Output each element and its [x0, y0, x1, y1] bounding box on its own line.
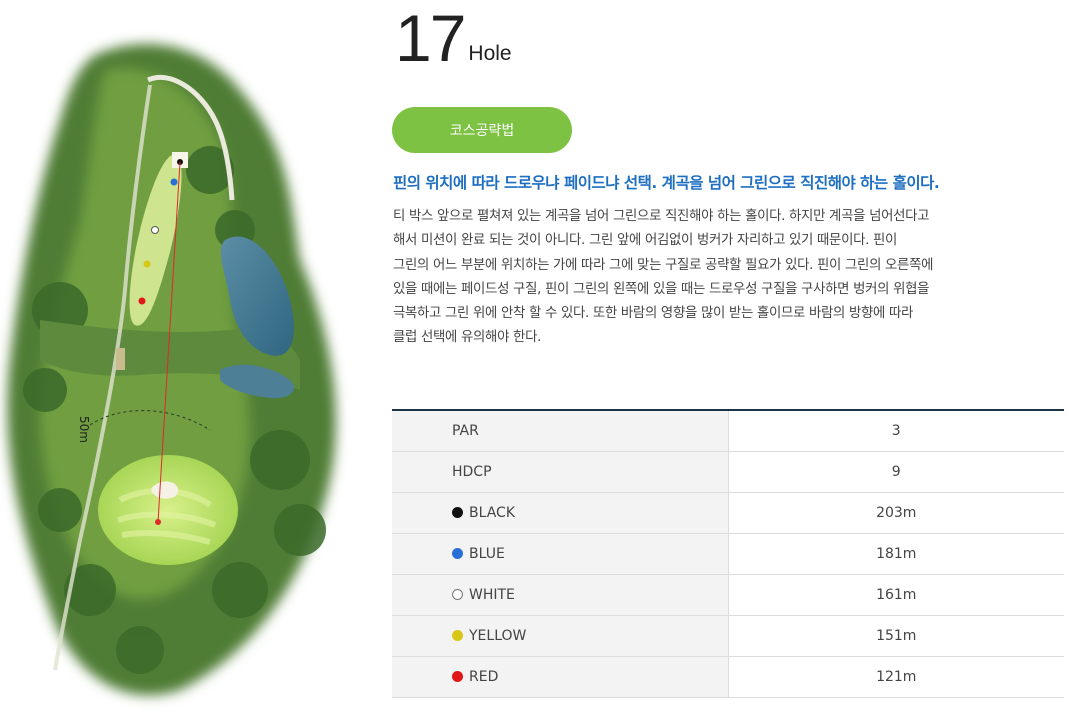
label-text: RED: [469, 669, 499, 685]
description-line: 티 박스 앞으로 펼쳐져 있는 계곡을 넘어 그린으로 직진해야 하는 홀이다.…: [393, 209, 930, 224]
row-label: WHITE: [392, 574, 729, 616]
label-text: WHITE: [469, 587, 515, 603]
red-tee-dot-icon: [452, 671, 463, 682]
table-row: RED 121m: [392, 656, 1064, 698]
yellow-tee-dot-icon: [452, 630, 463, 641]
course-strategy-button[interactable]: 코스공략법: [392, 107, 572, 153]
row-label: HDCP: [392, 451, 729, 493]
hole-number: 17: [395, 1, 466, 75]
course-map-illustration: 50m: [7, 44, 336, 696]
row-value: 203m: [728, 492, 1064, 534]
blue-tee-dot-icon: [452, 548, 463, 559]
label-text: BLUE: [469, 546, 505, 562]
table-row: HDCP 9: [392, 451, 1064, 493]
row-value: 181m: [728, 533, 1064, 575]
row-value: 161m: [728, 574, 1064, 616]
hole-word: Hole: [468, 42, 512, 65]
row-label: BLUE: [392, 533, 729, 575]
black-tee-dot-icon: [452, 507, 463, 518]
row-value: 3: [728, 410, 1064, 452]
description-line: 있을 때에는 페이드성 구질, 핀이 그린의 왼쪽에 있을 때는 드로우성 구질…: [393, 281, 930, 297]
red-tee-icon: [138, 297, 146, 305]
table-row: PAR 3: [392, 410, 1064, 452]
distance-label: 50m: [77, 416, 91, 443]
pin-icon: [155, 519, 161, 525]
strategy-headline: 핀의 위치에 따라 드로우냐 페이드냐 선택. 계곡을 넘어 그린으로 직진해야…: [393, 174, 940, 192]
label-text: HDCP: [452, 464, 492, 480]
hole-title: 17 Hole: [395, 1, 512, 75]
description-line: 해서 미션이 완료 되는 것이 아니다. 그린 앞에 어김없이 벙커가 자리하고…: [393, 233, 898, 249]
blue-tee-icon: [170, 178, 178, 186]
row-label: PAR: [392, 410, 729, 452]
table-row: YELLOW 151m: [392, 615, 1064, 657]
description-line: 그린의 어느 부분에 위치하는 가에 따라 그에 맞는 구질로 공략할 필요가 …: [393, 257, 934, 273]
row-label: RED: [392, 656, 729, 698]
hole-info-table: PAR 3 HDCP 9 BLACK 203m BLUE 181m WHITE …: [392, 409, 1064, 698]
table-row: WHITE 161m: [392, 574, 1064, 616]
white-tee-icon: [151, 226, 159, 234]
description-line: 극복하고 그린 위에 안착 할 수 있다. 또한 바람의 영향을 많이 받는 홀…: [393, 306, 914, 322]
white-tee-dot-icon: [452, 589, 463, 600]
row-label: BLACK: [392, 492, 729, 534]
table-row: BLUE 181m: [392, 533, 1064, 575]
label-text: BLACK: [469, 505, 516, 521]
row-value: 121m: [728, 656, 1064, 698]
label-text: YELLOW: [469, 628, 527, 644]
table-row: BLACK 203m: [392, 492, 1064, 534]
yellow-tee-icon: [143, 260, 151, 268]
row-value: 9: [728, 451, 1064, 493]
strategy-description: 티 박스 앞으로 펼쳐져 있는 계곡을 넘어 그린으로 직진해야 하는 홀이다.…: [393, 205, 1063, 351]
row-value: 151m: [728, 615, 1064, 657]
putting-green: [98, 455, 238, 565]
course-map: 50m: [0, 30, 380, 718]
description-line: 클럽 선택에 유의해야 한다.: [393, 330, 542, 346]
label-text: PAR: [452, 423, 479, 439]
bridge: [116, 348, 125, 370]
row-label: YELLOW: [392, 615, 729, 657]
